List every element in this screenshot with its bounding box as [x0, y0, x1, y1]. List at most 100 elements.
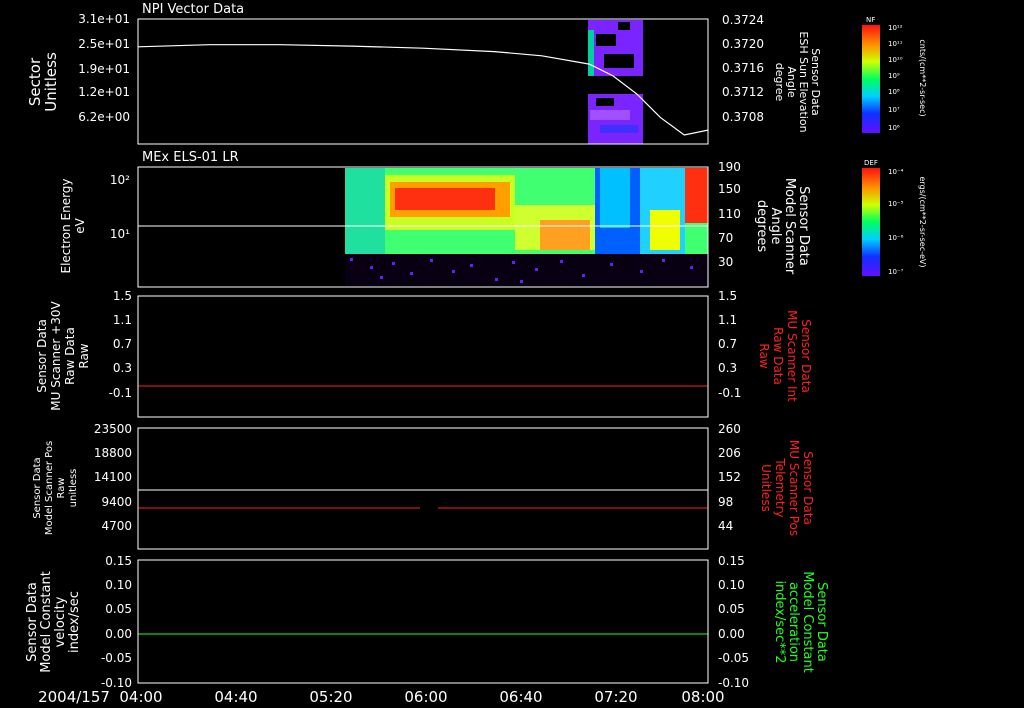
y-tick-right: 0.05: [718, 602, 745, 616]
y-tick: 18800: [94, 446, 132, 460]
colorbar-tick: 10⁶: [888, 124, 900, 132]
colorbar-tick: 10⁹: [888, 72, 900, 80]
panel-title: MEx ELS-01 LR: [142, 150, 239, 165]
y-label-right: Sensor Data MU Scanner Int Raw Data Raw: [757, 310, 813, 402]
axis-label-right: Sensor Data: [796, 186, 811, 266]
plot-frame: [137, 559, 709, 684]
axis-label-right: index/sec**2: [772, 580, 787, 663]
time-axis: 2004/157 04:00 04:40 05:20 06:00 06:40 0…: [38, 688, 725, 706]
axis-label: velocity: [53, 596, 68, 647]
y-tick: 0.7: [113, 337, 132, 351]
y-tick-right: -0.1: [718, 386, 741, 400]
axis-label: unitless: [68, 469, 79, 508]
y-tick: 0.15: [105, 554, 132, 568]
axis-label: Electron Energy: [59, 178, 73, 273]
x-tick: 07:20: [594, 688, 637, 706]
y-ticks-right: 0.15 0.10 0.05 0.00 -0.05 -0.10: [718, 554, 749, 690]
axis-label: index/sec: [67, 591, 82, 653]
y-label-left: Sensor Data Model Constant velocity inde…: [25, 571, 82, 673]
y-label-left: Sensor Data MU Scanner +30V Raw Data Raw: [35, 301, 91, 411]
plot-frame: [137, 427, 709, 550]
x-tick: 06:40: [499, 688, 542, 706]
y-label-right: Sensor Data Model Constant acceleration …: [772, 571, 829, 673]
axis-label: Raw: [77, 343, 91, 368]
y-tick-right: 0.3708: [722, 110, 764, 124]
colorbar-tick: 10⁷: [888, 106, 900, 114]
y-label-left: Sensor Data Model Scanner Pos Raw unitle…: [32, 441, 79, 535]
axis-label-right: Sensor Data: [814, 582, 829, 662]
panel-model-constant: 0.15 0.10 0.05 0.00 -0.05 -0.10 0.15 0.1…: [25, 554, 829, 690]
axis-label: Sensor Data: [25, 582, 40, 662]
x-tick: 05:20: [309, 688, 352, 706]
y-tick: 0.10: [105, 578, 132, 592]
colorbar-def: DEF 10⁻⁴ 10⁻⁵ 10⁻⁶ 10⁻⁷ ergs/(cm**2-sr-s…: [862, 159, 927, 276]
y-tick-right: 98: [718, 495, 733, 509]
y-tick-right: 0.3: [718, 361, 737, 375]
axis-label-right: degrees: [754, 200, 769, 253]
axis-label-right: Model Constant: [800, 571, 815, 673]
colorbar-tick: 10¹²: [888, 24, 903, 32]
axis-label-right: degree: [773, 63, 786, 102]
y-tick: 0.00: [105, 627, 132, 641]
x-tick: 08:00: [681, 688, 724, 706]
y-tick: 23500: [94, 422, 132, 436]
axis-label: Model Constant: [39, 571, 54, 673]
axis-label-right: Model Scanner: [782, 178, 797, 275]
axis-label: Sensor Data: [35, 319, 49, 393]
y-tick-right: 0.10: [718, 578, 745, 592]
y-tick-right: 30: [718, 255, 733, 269]
chart-stage: NPI Vector Data 3.1e+01 2.5e+01 1.9e+01 …: [25, 2, 927, 706]
y-tick-right: 110: [718, 207, 741, 221]
axis-label-right: acceleration: [786, 582, 801, 662]
y-tick: 0.3: [113, 361, 132, 375]
y-tick-right: 0.3716: [722, 61, 764, 75]
axis-label: Model Scanner Pos: [44, 441, 55, 535]
colorbar-tick: 10⁻⁴: [888, 168, 904, 176]
axis-label-right: Raw: [757, 343, 771, 368]
axis-label-right: Sensor Data: [799, 319, 813, 393]
panel-scanner-position: 23500 18800 14100 9400 4700 260 206 152 …: [32, 422, 815, 550]
colorbar-nf: NF 10¹² 10¹¹ 10¹⁰ 10⁹ 10⁸ 10⁷ 10⁶ cnts/(…: [862, 16, 927, 133]
y-tick: 1.2e+01: [78, 85, 130, 99]
y-tick: 1.9e+01: [78, 62, 130, 76]
axis-label-right: Unitless: [759, 464, 773, 512]
y-ticks-left: 10² 10¹: [110, 173, 130, 241]
colorbar-tick: 10¹⁰: [888, 56, 903, 64]
colorbar-tick: 10¹¹: [888, 40, 903, 48]
y-tick-right: 44: [718, 519, 733, 533]
y-tick: -0.1: [109, 386, 132, 400]
colorbar-title: NF: [866, 16, 875, 24]
axis-label-right: MU Scanner Pos: [787, 440, 801, 536]
y-tick-right: 206: [718, 446, 741, 460]
y-tick: 3.1e+01: [78, 12, 130, 26]
axis-label: Raw Data: [63, 327, 77, 385]
y-tick-right: 0.3724: [722, 13, 764, 27]
y-tick: 6.2e+00: [78, 110, 130, 124]
y-ticks-right: 0.3724 0.3720 0.3716 0.3712 0.3708: [722, 13, 764, 124]
y-tick: 1.5: [113, 289, 132, 303]
y-tick: -0.05: [101, 651, 132, 665]
axis-label: Sensor Data: [32, 457, 43, 518]
colorbar-gradient: [862, 25, 880, 133]
colorbar-gradient: [862, 168, 880, 276]
y-ticks-left: 3.1e+01 2.5e+01 1.9e+01 1.2e+01 6.2e+00: [78, 12, 130, 124]
axis-label: Raw: [56, 477, 67, 498]
y-tick-right: -0.05: [718, 651, 749, 665]
y-tick-right: 190: [718, 160, 741, 174]
y-tick-right: 152: [718, 470, 741, 484]
y-tick: 2.5e+01: [78, 37, 130, 51]
y-label-left: Sector Unitless: [26, 52, 60, 112]
y-label-left: Electron Energy eV: [59, 178, 87, 273]
y-ticks-left: 0.15 0.10 0.05 0.00 -0.05 -0.10: [101, 554, 132, 690]
y-ticks-left: 23500 18800 14100 9400 4700: [94, 422, 132, 533]
y-ticks-right: 1.5 1.1 0.7 0.3 -0.1: [718, 289, 741, 400]
y-tick-right: 70: [718, 231, 733, 245]
y-tick: 1.1: [113, 313, 132, 327]
panel-els-spectrogram: MEx ELS-01 LR 10² 10¹ 190 150 110 70 30 …: [59, 150, 811, 288]
x-tick: 04:00: [119, 688, 162, 706]
colorbar-tick: 10⁻⁵: [888, 200, 904, 208]
y-label-right: Sensor Data Model Scanner Angle degrees: [754, 178, 811, 275]
axis-label-right: Telemetry: [773, 457, 787, 517]
y-label-right: Sensor Data ESH Sun Elevation Angle degr…: [773, 31, 822, 132]
panel-mu-scanner-raw: 1.5 1.1 0.7 0.3 -0.1 1.5 1.1 0.7 0.3 -0.…: [35, 289, 813, 418]
